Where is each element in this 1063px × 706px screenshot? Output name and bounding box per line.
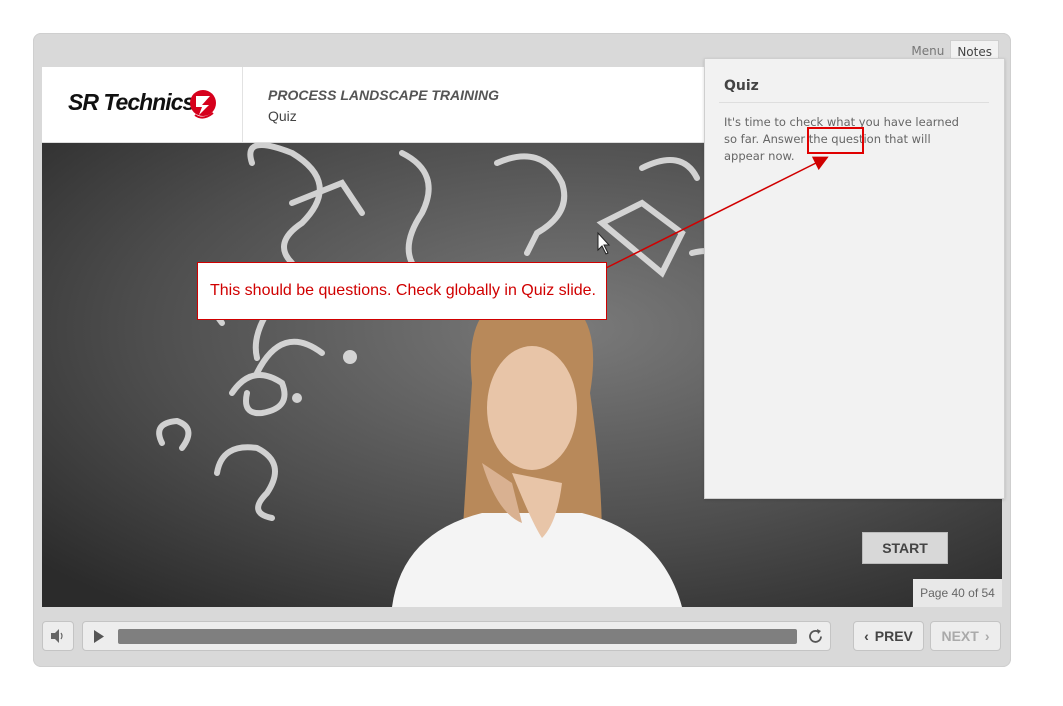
logo-mark-icon bbox=[190, 90, 216, 119]
player-controls: ‹ PREV NEXT › bbox=[42, 621, 1002, 653]
next-label: NEXT bbox=[941, 628, 979, 644]
replay-icon[interactable] bbox=[807, 628, 824, 645]
playback-bar bbox=[82, 621, 831, 651]
notes-panel: Quiz It's time to check what you have le… bbox=[704, 58, 1005, 499]
logo: SR Technics bbox=[42, 67, 243, 142]
volume-button[interactable] bbox=[42, 621, 74, 651]
highlight-box bbox=[807, 127, 864, 154]
slide-title: Quiz bbox=[268, 108, 297, 124]
logo-text: SR Technics bbox=[68, 89, 195, 115]
chevron-right-icon: › bbox=[984, 628, 990, 644]
review-callout: This should be questions. Check globally… bbox=[197, 262, 607, 320]
start-button[interactable]: START bbox=[862, 532, 948, 564]
progress-track[interactable] bbox=[118, 629, 797, 644]
next-button[interactable]: NEXT › bbox=[930, 621, 1001, 651]
page-counter: Page 40 of 54 bbox=[913, 579, 1002, 607]
notes-divider bbox=[719, 102, 989, 103]
notes-title: Quiz bbox=[724, 78, 759, 94]
course-title: PROCESS LANDSCAPE TRAINING bbox=[268, 87, 500, 103]
speaker-icon bbox=[51, 629, 63, 643]
chevron-left-icon: ‹ bbox=[864, 628, 869, 644]
prev-button[interactable]: ‹ PREV bbox=[853, 621, 924, 651]
prev-label: PREV bbox=[874, 628, 913, 644]
play-icon[interactable] bbox=[93, 630, 105, 643]
